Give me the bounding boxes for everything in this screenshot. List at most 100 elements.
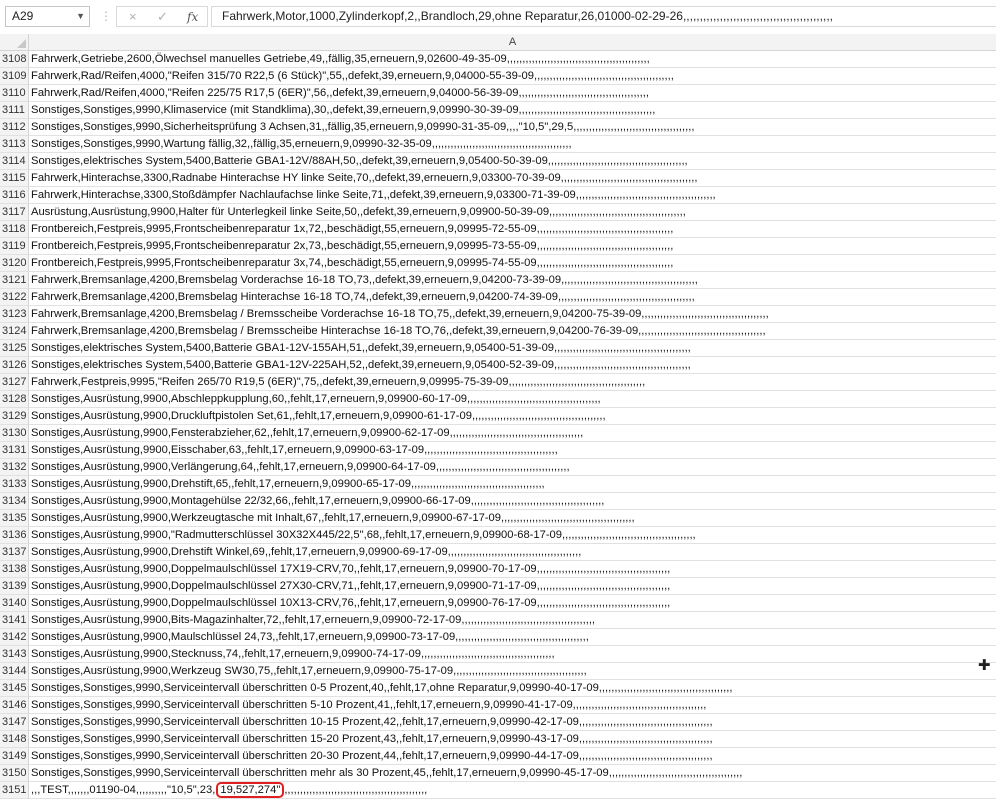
row-number[interactable]: 3141 [0,612,29,629]
row-number[interactable]: 3128 [0,391,29,408]
cell[interactable]: Sonstiges,Ausrüstung,9900,Maulschlüssel … [29,629,996,646]
row-number[interactable]: 3114 [0,153,29,170]
cell[interactable]: Sonstiges,Ausrüstung,9900,Stecknuss,74,,… [29,646,996,663]
row-number[interactable]: 3108 [0,51,29,68]
table-row: 3140 Sonstiges,Ausrüstung,9900,Doppelmaul… [0,595,996,612]
cell[interactable]: Fahrwerk,Hinterachse,3300,Stoßdämpfer Na… [29,187,996,204]
row-number[interactable]: 3112 [0,119,29,136]
row-number[interactable]: 3149 [0,748,29,765]
cell[interactable]: Fahrwerk,Bremsanlage,4200,Bremsbelag Hin… [29,289,996,306]
cell[interactable]: Sonstiges,Ausrüstung,9900,Eisschaber,63,… [29,442,996,459]
row-number[interactable]: 3127 [0,374,29,391]
row-number[interactable]: 3116 [0,187,29,204]
cancel-icon[interactable]: × [129,8,137,26]
cell[interactable]: Sonstiges,Sonstiges,9990,Sicherheitsprüf… [29,119,996,136]
cell[interactable]: Ausrüstung,Ausrüstung,9900,Halter für Un… [29,204,996,221]
row-number[interactable]: 3133 [0,476,29,493]
formula-input[interactable]: Fahrwerk,Motor,1000,Zylinderkopf,2,,Bran… [211,6,996,27]
cell[interactable]: Sonstiges,Sonstiges,9990,Serviceinterval… [29,714,996,731]
row-number[interactable]: 3146 [0,697,29,714]
cell[interactable]: Fahrwerk,Hinterachse,3300,Radnabe Hinter… [29,170,996,187]
cell[interactable]: Sonstiges,elektrisches System,5400,Batte… [29,357,996,374]
cell[interactable]: Sonstiges,Ausrüstung,9900,Drehstift Wink… [29,544,996,561]
cell[interactable]: Sonstiges,Ausrüstung,9900,Werkzeugtasche… [29,510,996,527]
separator-dots-icon[interactable]: ⋮ [100,8,112,24]
cell[interactable]: Sonstiges,Sonstiges,9990,Serviceinterval… [29,731,996,748]
row-number[interactable]: 3136 [0,527,29,544]
cell[interactable]: Fahrwerk,Bremsanlage,4200,Bremsbelag / B… [29,323,996,340]
cell[interactable]: Sonstiges,Ausrüstung,9900,Verlängerung,6… [29,459,996,476]
row-number[interactable]: 3148 [0,731,29,748]
check-icon[interactable]: ✓ [157,8,168,26]
row-number[interactable]: 3137 [0,544,29,561]
row-number[interactable]: 3117 [0,204,29,221]
row-number[interactable]: 3144 [0,663,29,680]
row-number[interactable]: 3124 [0,323,29,340]
cell[interactable]: Fahrwerk,Rad/Reifen,4000,"Reifen 225/75 … [29,85,996,102]
cell[interactable]: Sonstiges,Ausrüstung,9900,Abschleppkuppl… [29,391,996,408]
column-header-a[interactable]: A [29,34,996,51]
cell[interactable]: Sonstiges,Ausrüstung,9900,Doppelmaulschl… [29,578,996,595]
insert-function-icon[interactable]: fx [187,8,198,26]
cell[interactable]: Sonstiges,Ausrüstung,9900,Doppelmaulschl… [29,595,996,612]
row-number[interactable]: 3138 [0,561,29,578]
row-number[interactable]: 3119 [0,238,29,255]
cell[interactable]: Sonstiges,Sonstiges,9990,Serviceinterval… [29,697,996,714]
row-number[interactable]: 3134 [0,493,29,510]
cell[interactable]: Frontbereich,Festpreis,9995,Frontscheibe… [29,221,996,238]
row-number[interactable]: 3151 [0,782,29,799]
row-number[interactable]: 3142 [0,629,29,646]
cell[interactable]: Sonstiges,Ausrüstung,9900,Drehstift,65,,… [29,476,996,493]
cell[interactable]: Sonstiges,Sonstiges,9990,Serviceinterval… [29,765,996,782]
cell[interactable]: Fahrwerk,Getriebe,2600,Ölwechsel manuell… [29,51,996,68]
table-row: 3126 Sonstiges,elektrisches System,5400,B… [0,357,996,374]
row-number[interactable]: 3145 [0,680,29,697]
cell[interactable]: Sonstiges,Sonstiges,9990,Wartung fällig,… [29,136,996,153]
row-number[interactable]: 3115 [0,170,29,187]
row-number[interactable]: 3111 [0,102,29,119]
cell[interactable]: Fahrwerk,Rad/Reifen,4000,"Reifen 315/70 … [29,68,996,85]
cell[interactable]: Sonstiges,Ausrüstung,9900,Bits-Magazinha… [29,612,996,629]
cell[interactable]: Fahrwerk,Bremsanlage,4200,Bremsbelag / B… [29,306,996,323]
row-number[interactable]: 3132 [0,459,29,476]
cell[interactable]: Fahrwerk,Bremsanlage,4200,Bremsbelag Vor… [29,272,996,289]
cell[interactable]: Sonstiges,Ausrüstung,9900,Doppelmaulschl… [29,561,996,578]
row-number[interactable]: 3143 [0,646,29,663]
table-row: 3147 Sonstiges,Sonstiges,9990,Serviceinte… [0,714,996,731]
cell[interactable]: Sonstiges,Ausrüstung,9900,Werkzeug SW30,… [29,663,996,680]
row-number[interactable]: 3140 [0,595,29,612]
row-number[interactable]: 3135 [0,510,29,527]
row-number[interactable]: 3113 [0,136,29,153]
row-number[interactable]: 3129 [0,408,29,425]
row-number[interactable]: 3122 [0,289,29,306]
chevron-down-icon[interactable]: ▼ [76,7,85,26]
row-number[interactable]: 3125 [0,340,29,357]
row-number[interactable]: 3131 [0,442,29,459]
row-number[interactable]: 3120 [0,255,29,272]
select-all-button[interactable] [0,34,29,51]
row-number[interactable]: 3139 [0,578,29,595]
cell[interactable]: Sonstiges,Ausrüstung,9900,Fensterabziehe… [29,425,996,442]
cell[interactable]: Fahrwerk,Festpreis,9995,"Reifen 265/70 R… [29,374,996,391]
row-number[interactable]: 3110 [0,85,29,102]
row-number[interactable]: 3121 [0,272,29,289]
cell[interactable]: Sonstiges,Sonstiges,9990,Serviceinterval… [29,680,996,697]
cell[interactable]: Frontbereich,Festpreis,9995,Frontscheibe… [29,238,996,255]
row-number[interactable]: 3147 [0,714,29,731]
cell[interactable]: ,,,TEST,,,,,,,01190-04,,,,,,,,,,"10,5",2… [29,782,996,799]
cell[interactable]: Sonstiges,elektrisches System,5400,Batte… [29,153,996,170]
row-number[interactable]: 3130 [0,425,29,442]
cell[interactable]: Sonstiges,Sonstiges,9990,Serviceinterval… [29,748,996,765]
name-box[interactable]: A29 ▼ [5,6,90,27]
row-number[interactable]: 3126 [0,357,29,374]
cell[interactable]: Frontbereich,Festpreis,9995,Frontscheibe… [29,255,996,272]
cell[interactable]: Sonstiges,Ausrüstung,9900,"Radmutterschl… [29,527,996,544]
cell[interactable]: Sonstiges,Sonstiges,9990,Klimaservice (m… [29,102,996,119]
cell[interactable]: Sonstiges,Ausrüstung,9900,Montagehülse 2… [29,493,996,510]
row-number[interactable]: 3123 [0,306,29,323]
row-number[interactable]: 3118 [0,221,29,238]
cell[interactable]: Sonstiges,Ausrüstung,9900,Druckluftpisto… [29,408,996,425]
row-number[interactable]: 3109 [0,68,29,85]
cell[interactable]: Sonstiges,elektrisches System,5400,Batte… [29,340,996,357]
row-number[interactable]: 3150 [0,765,29,782]
